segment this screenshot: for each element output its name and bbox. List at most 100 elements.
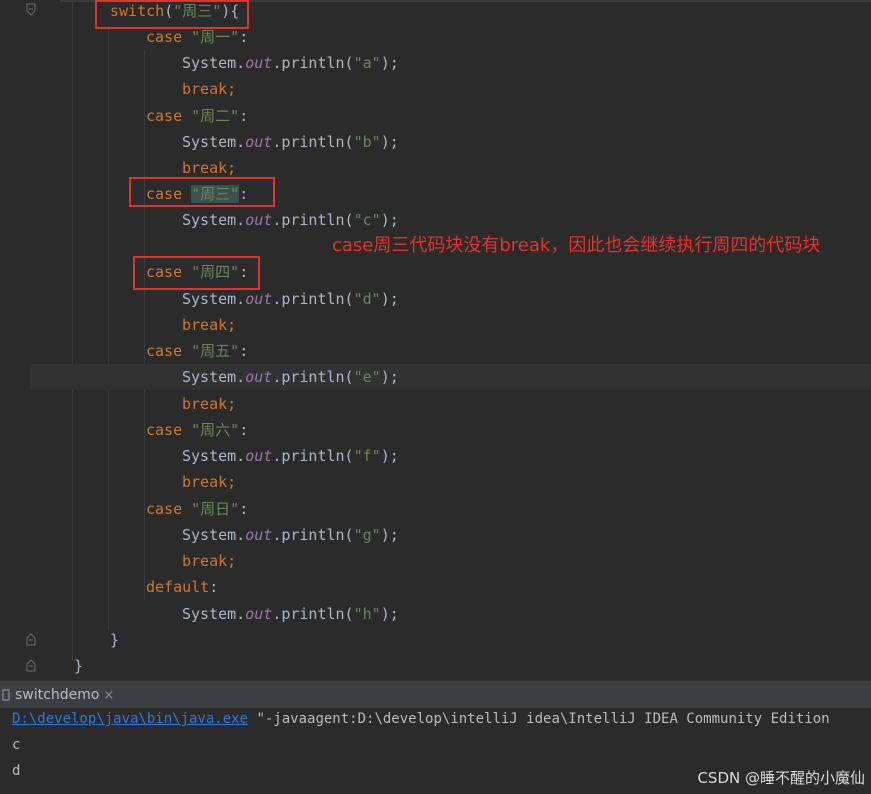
code-line-break[interactable]: break; xyxy=(182,548,236,574)
keyword: case xyxy=(146,107,183,125)
method: .println( xyxy=(272,290,354,308)
keyword: default xyxy=(146,578,210,596)
keyword: case xyxy=(146,342,183,360)
colon: : xyxy=(239,107,249,125)
string-literal: "周五" xyxy=(191,342,240,360)
method: .println( xyxy=(272,54,354,72)
paren: ); xyxy=(380,54,399,72)
string-literal: "a" xyxy=(353,54,381,72)
string-literal: "周一" xyxy=(191,28,240,46)
class-name: System. xyxy=(182,368,246,386)
class-name: System. xyxy=(182,54,246,72)
class-name: System. xyxy=(182,526,246,544)
console-output-line: d xyxy=(12,763,21,779)
paren: ); xyxy=(380,605,399,623)
paren: ); xyxy=(380,133,399,151)
field: out xyxy=(245,368,273,386)
method: .println( xyxy=(272,368,354,386)
code-line-default[interactable]: default: xyxy=(146,574,218,600)
method: .println( xyxy=(272,526,354,544)
class-name: System. xyxy=(182,133,246,151)
console-command-line: D:\develop\java\bin\java.exe "-javaagent… xyxy=(12,706,830,732)
indent-guide xyxy=(144,50,145,600)
string-literal: "c" xyxy=(353,211,381,229)
method: .println( xyxy=(272,447,354,465)
code-line-println[interactable]: System.out.println("f"); xyxy=(182,443,399,469)
code-line-break[interactable]: break; xyxy=(182,469,236,495)
watermark: CSDN @睡不醒的小魔仙 xyxy=(697,769,865,787)
field: out xyxy=(245,605,273,623)
code-line-break[interactable]: break; xyxy=(182,312,236,338)
annotation-box-case-thu xyxy=(133,256,260,290)
method: .println( xyxy=(272,211,354,229)
annotation-box-case-wed xyxy=(129,177,275,207)
close-icon[interactable]: × xyxy=(103,688,114,703)
method: .println( xyxy=(272,605,354,623)
annotation-box-switch xyxy=(95,0,249,29)
class-name: System. xyxy=(182,605,246,623)
code-line-println[interactable]: System.out.println("a"); xyxy=(182,50,399,76)
field: out xyxy=(245,54,273,72)
paren: ); xyxy=(380,368,399,386)
string-literal: "周二" xyxy=(191,107,240,125)
run-tab-switchdemo[interactable]: switchdemo × xyxy=(0,681,114,709)
field: out xyxy=(245,211,273,229)
command-args: "-javaagent:D:\develop\intelliJ idea\Int… xyxy=(248,711,830,727)
run-tool-window-tabs: switchdemo × xyxy=(0,680,871,709)
code-line-case[interactable]: case "周六": xyxy=(146,417,248,443)
code-line-case[interactable]: case "周日": xyxy=(146,496,248,522)
string-literal: "e" xyxy=(353,368,381,386)
code-line-break[interactable]: break; xyxy=(182,391,236,417)
string-literal: "d" xyxy=(353,290,381,308)
code-line-println[interactable]: System.out.println("g"); xyxy=(182,522,399,548)
fold-marker-icon[interactable] xyxy=(24,658,38,672)
string-literal: "b" xyxy=(353,133,381,151)
code-editor[interactable]: switch("周三"){ case "周一": System.out.prin… xyxy=(0,0,871,680)
code-line-case[interactable]: case "周五": xyxy=(146,338,248,364)
code-line-println[interactable]: System.out.println("c"); xyxy=(182,207,399,233)
class-name: System. xyxy=(182,447,246,465)
java-exe-link[interactable]: D:\develop\java\bin\java.exe xyxy=(12,711,248,727)
indent-guide xyxy=(108,26,109,630)
paren: ); xyxy=(380,526,399,544)
fold-marker-icon[interactable] xyxy=(24,632,38,646)
string-literal: "f" xyxy=(353,447,381,465)
colon: : xyxy=(209,578,219,596)
class-name: System. xyxy=(182,211,246,229)
string-literal: "周日" xyxy=(191,500,240,518)
paren: ); xyxy=(380,290,399,308)
keyword: case xyxy=(146,421,183,439)
keyword: case xyxy=(146,500,183,518)
editor-gutter xyxy=(0,0,60,680)
colon: : xyxy=(239,500,249,518)
paren: ); xyxy=(380,447,399,465)
keyword: case xyxy=(146,28,183,46)
field: out xyxy=(245,133,273,151)
code-line-println[interactable]: System.out.println("e"); xyxy=(182,364,399,390)
run-tab-label: switchdemo xyxy=(15,687,100,703)
field: out xyxy=(245,290,273,308)
colon: : xyxy=(239,28,249,46)
string-literal: "周六" xyxy=(191,421,240,439)
colon: : xyxy=(239,421,249,439)
string-literal: "g" xyxy=(353,526,381,544)
code-line-brace[interactable]: } xyxy=(74,653,83,679)
annotation-text: case周三代码块没有break，因此也会继续执行周四的代码块 xyxy=(332,235,821,256)
console-output-line: c xyxy=(12,737,21,753)
method: .println( xyxy=(272,133,354,151)
fold-marker-icon[interactable] xyxy=(24,3,38,17)
code-line-println[interactable]: System.out.println("h"); xyxy=(182,601,399,627)
indent-guide xyxy=(72,0,73,660)
code-line-case[interactable]: case "周二": xyxy=(146,103,248,129)
field: out xyxy=(245,447,273,465)
paren: ); xyxy=(380,211,399,229)
code-line-brace[interactable]: } xyxy=(110,627,119,653)
code-line-println[interactable]: System.out.println("b"); xyxy=(182,129,399,155)
field: out xyxy=(245,526,273,544)
code-line-break[interactable]: break; xyxy=(182,76,236,102)
current-line-highlight xyxy=(30,364,871,390)
colon: : xyxy=(239,342,249,360)
run-config-icon xyxy=(2,689,10,701)
string-literal: "h" xyxy=(353,605,381,623)
class-name: System. xyxy=(182,290,246,308)
